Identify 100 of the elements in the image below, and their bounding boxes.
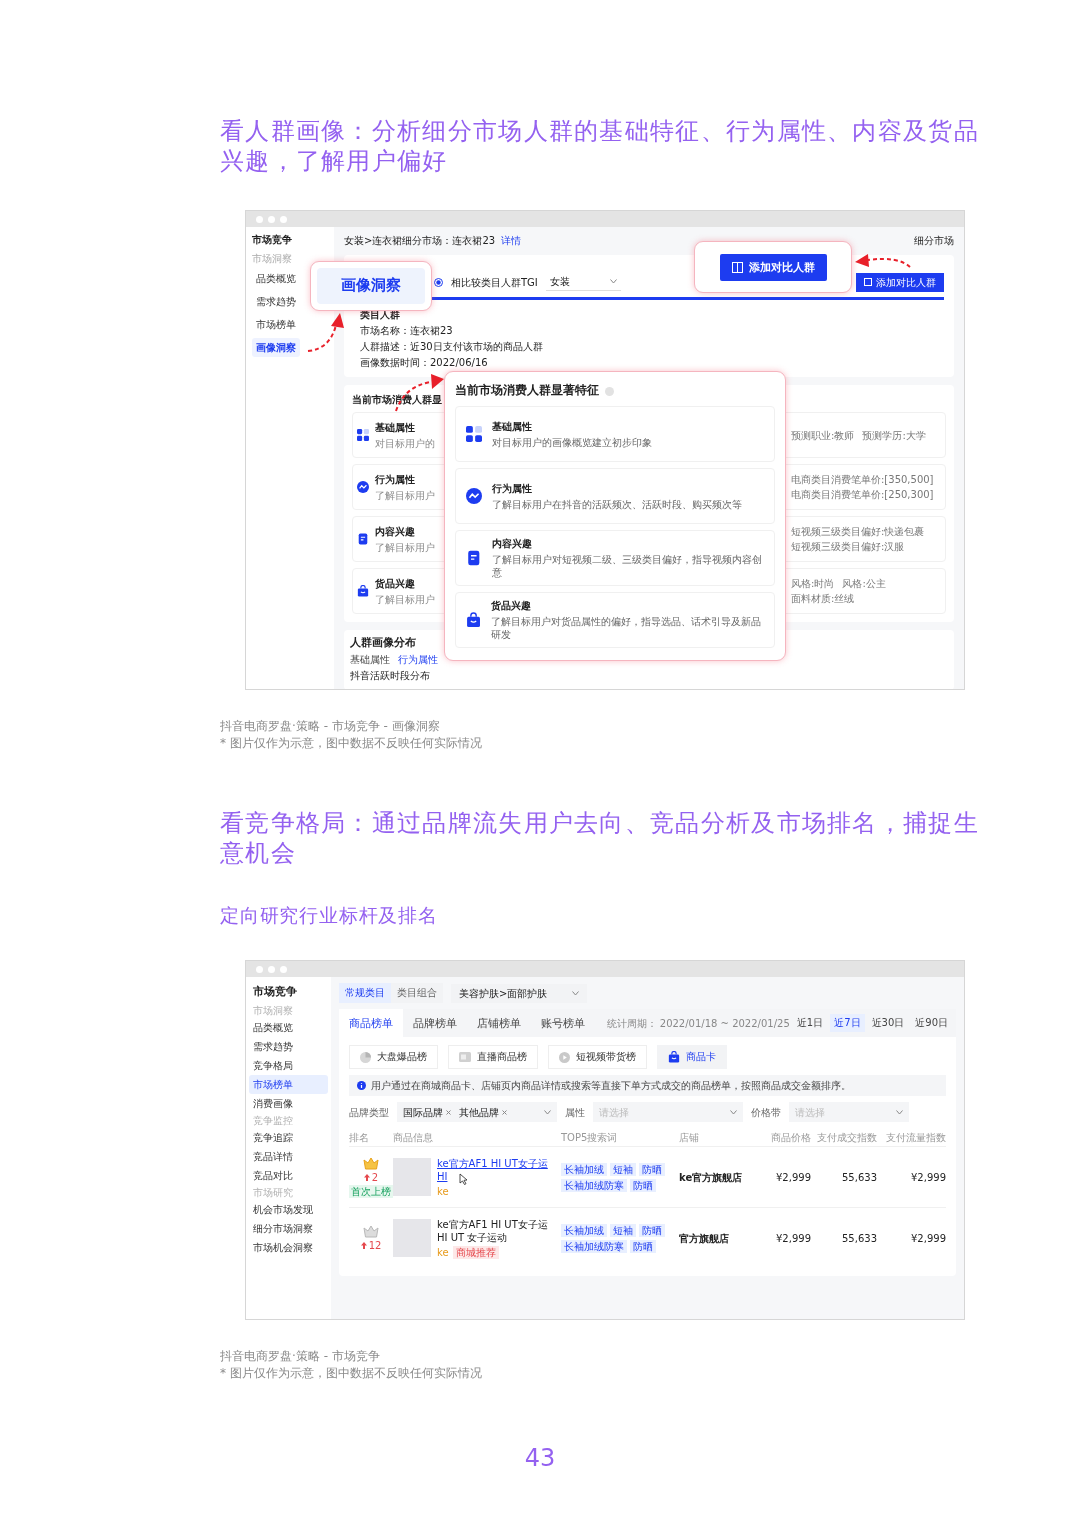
- sidebar-item[interactable]: 机会市场发现: [249, 1200, 328, 1219]
- trend-icon: [357, 481, 369, 493]
- feature-description: 了解目标用户对短视频二级、三级类目偏好，指导视频内容创意: [491, 553, 763, 579]
- keyword-tag: 长袖加绒防寒: [561, 1239, 627, 1253]
- table-cell-text: ¥2,999: [775, 1231, 811, 1245]
- filter-label: 品牌类型: [349, 1105, 389, 1119]
- table-cell-text: 55,633: [841, 1231, 877, 1245]
- sidebar-item[interactable]: 竞品详情: [249, 1147, 328, 1166]
- dashed-arrow: [855, 254, 911, 268]
- feature-description: 对目标用户的: [375, 436, 435, 450]
- compare-select[interactable]: 女装: [545, 273, 621, 291]
- keyword-tag: 长袖加绒防寒: [561, 1178, 627, 1192]
- list-type-button[interactable]: 商品卡: [657, 1045, 727, 1069]
- sidebar-item[interactable]: 竞品对比: [249, 1166, 328, 1185]
- caret-icon: [609, 279, 617, 284]
- grid-icon: [357, 429, 369, 441]
- close-icon: [502, 1109, 507, 1115]
- column-header: 支付流量指数: [885, 1130, 946, 1145]
- magnified-tab[interactable]: 画像洞察: [317, 268, 425, 304]
- filter-chip[interactable]: 其他品牌: [459, 1105, 507, 1119]
- list-type-button[interactable]: 大盘爆品榜: [349, 1045, 438, 1069]
- sidebar-item[interactable]: 品类概览: [249, 1018, 328, 1037]
- compare-icon: [864, 278, 872, 286]
- tab[interactable]: 店铺榜单: [467, 1009, 531, 1037]
- sidebar-item[interactable]: 品类概览: [252, 269, 300, 288]
- column-header: 排名: [349, 1130, 370, 1145]
- feature-label: 货品兴趣: [491, 599, 532, 612]
- section-heading: 看竞争格局：通过品牌流失用户去向、竞品分析及市场排名，捕捉生意机会: [220, 808, 980, 868]
- tab[interactable]: 商品榜单: [339, 1009, 403, 1037]
- sidebar-item[interactable]: 消费画像: [249, 1094, 328, 1113]
- feature-label: 基础属性: [492, 419, 532, 433]
- attribute-tag: 风格:公主: [842, 577, 886, 590]
- attribute-tag: 短视频三级类目偏好:汉服: [791, 540, 905, 553]
- sidebar-item[interactable]: 市场机会洞察: [249, 1238, 328, 1257]
- attribute-tag: 预测职业:教师: [791, 428, 855, 442]
- sidebar-title: 市场竞争: [252, 233, 292, 246]
- photo-placeholder: [393, 1219, 431, 1257]
- tab[interactable]: 行为属性: [398, 653, 438, 667]
- mode-toggle[interactable]: 类目组合: [391, 983, 443, 1003]
- filter-label: 属性: [565, 1105, 585, 1119]
- keyword-tag: 防晒: [639, 1223, 665, 1237]
- add-compare-button[interactable]: 添加对比人群: [719, 253, 827, 281]
- tab[interactable]: 基础属性: [350, 653, 390, 667]
- tab[interactable]: 品牌榜单: [403, 1009, 467, 1037]
- sidebar-item[interactable]: 市场榜单: [252, 315, 300, 334]
- sidebar-item[interactable]: 需求趋势: [249, 1037, 328, 1056]
- window-dot-icon: [268, 965, 275, 973]
- mode-toggle[interactable]: 常规类目: [339, 983, 391, 1003]
- chart-subtitle: 抖音活跃时段分布: [350, 669, 430, 683]
- attribute-tag: 短视频三级类目偏好:快递包裹: [791, 525, 925, 538]
- popup-title: 当前市场消费人群显著特征: [455, 383, 599, 399]
- compare-option: 相比较类目人群TGI: [451, 275, 538, 289]
- pie-icon: [360, 1051, 371, 1063]
- brand-select[interactable]: 国际品牌 其他品牌: [397, 1102, 557, 1122]
- list-type-button[interactable]: 短视频带货榜: [548, 1045, 647, 1069]
- column-header: 商品信息: [393, 1130, 434, 1145]
- range-button[interactable]: 近30日: [867, 1014, 909, 1032]
- feature-description: 了解目标用户: [375, 540, 435, 554]
- column-header: 商品价格: [770, 1130, 811, 1145]
- feature-description: 了解目标用户: [375, 592, 435, 606]
- column-header: 支付成交指数: [816, 1130, 877, 1145]
- range-button[interactable]: 近90日: [911, 1014, 952, 1032]
- compare-icon: [731, 261, 743, 273]
- sidebar-item[interactable]: 需求趋势: [252, 292, 300, 311]
- keyword-tag: 防晒: [639, 1162, 665, 1176]
- up-arrow-icon: [363, 1173, 370, 1181]
- list-type-button[interactable]: 直播商品榜: [448, 1045, 538, 1069]
- range-button[interactable]: 近1日: [792, 1014, 828, 1032]
- add-compare-button[interactable]: 添加对比人群: [856, 272, 944, 292]
- table-cell-text: ¥2,999: [910, 1231, 946, 1245]
- attribute-tag: 预测学历:大学: [862, 428, 926, 442]
- audience-info: 画像数据时间：2022/06/16: [360, 356, 488, 369]
- sidebar-item[interactable]: 竞争格局: [249, 1056, 328, 1075]
- sidebar-item[interactable]: 细分市场洞察: [249, 1219, 328, 1238]
- column-header: TOP5搜索词: [561, 1130, 619, 1145]
- close-icon: [446, 1109, 451, 1115]
- category-select[interactable]: 美容护肤>面部护肤: [451, 983, 587, 1003]
- filter-chip[interactable]: 国际品牌: [403, 1105, 451, 1119]
- sidebar-item[interactable]: 竞争追踪: [249, 1128, 328, 1147]
- column-header: 店铺: [679, 1130, 700, 1145]
- detail-link[interactable]: 详情: [501, 233, 522, 247]
- feature-label: 内容兴趣: [375, 524, 415, 538]
- product-link[interactable]: ke官方AF1 HI UT女子运 HI UT 女子运动: [437, 1217, 561, 1244]
- attribute-tag: 风格:时尚: [791, 577, 835, 590]
- sidebar-item[interactable]: 市场榜单: [249, 1075, 328, 1094]
- feature-label: 行为属性: [492, 481, 532, 495]
- feature-label: 行为属性: [375, 472, 415, 486]
- product-link[interactable]: ke官方AF1 HI UT女子运 HI: [437, 1156, 561, 1183]
- range-button[interactable]: 近7日: [830, 1014, 865, 1032]
- feature-description: 对目标用户的画像概览建立初步印象: [492, 435, 652, 449]
- section-title: 人群画像分布: [350, 636, 416, 651]
- tab[interactable]: 账号榜单: [531, 1009, 595, 1037]
- period-range: 2022/01/18 ~ 2022/01/25: [659, 1016, 790, 1030]
- sidebar-item[interactable]: 画像洞察: [252, 338, 300, 357]
- bag-icon: [466, 612, 482, 628]
- feature-label: 货品兴趣: [375, 576, 415, 590]
- attribute-tag: 面料材质:丝绒: [791, 592, 855, 605]
- dashed-arrow: [307, 313, 344, 352]
- feature-label: 基础属性: [375, 420, 415, 434]
- page-number: 43: [524, 1444, 556, 1472]
